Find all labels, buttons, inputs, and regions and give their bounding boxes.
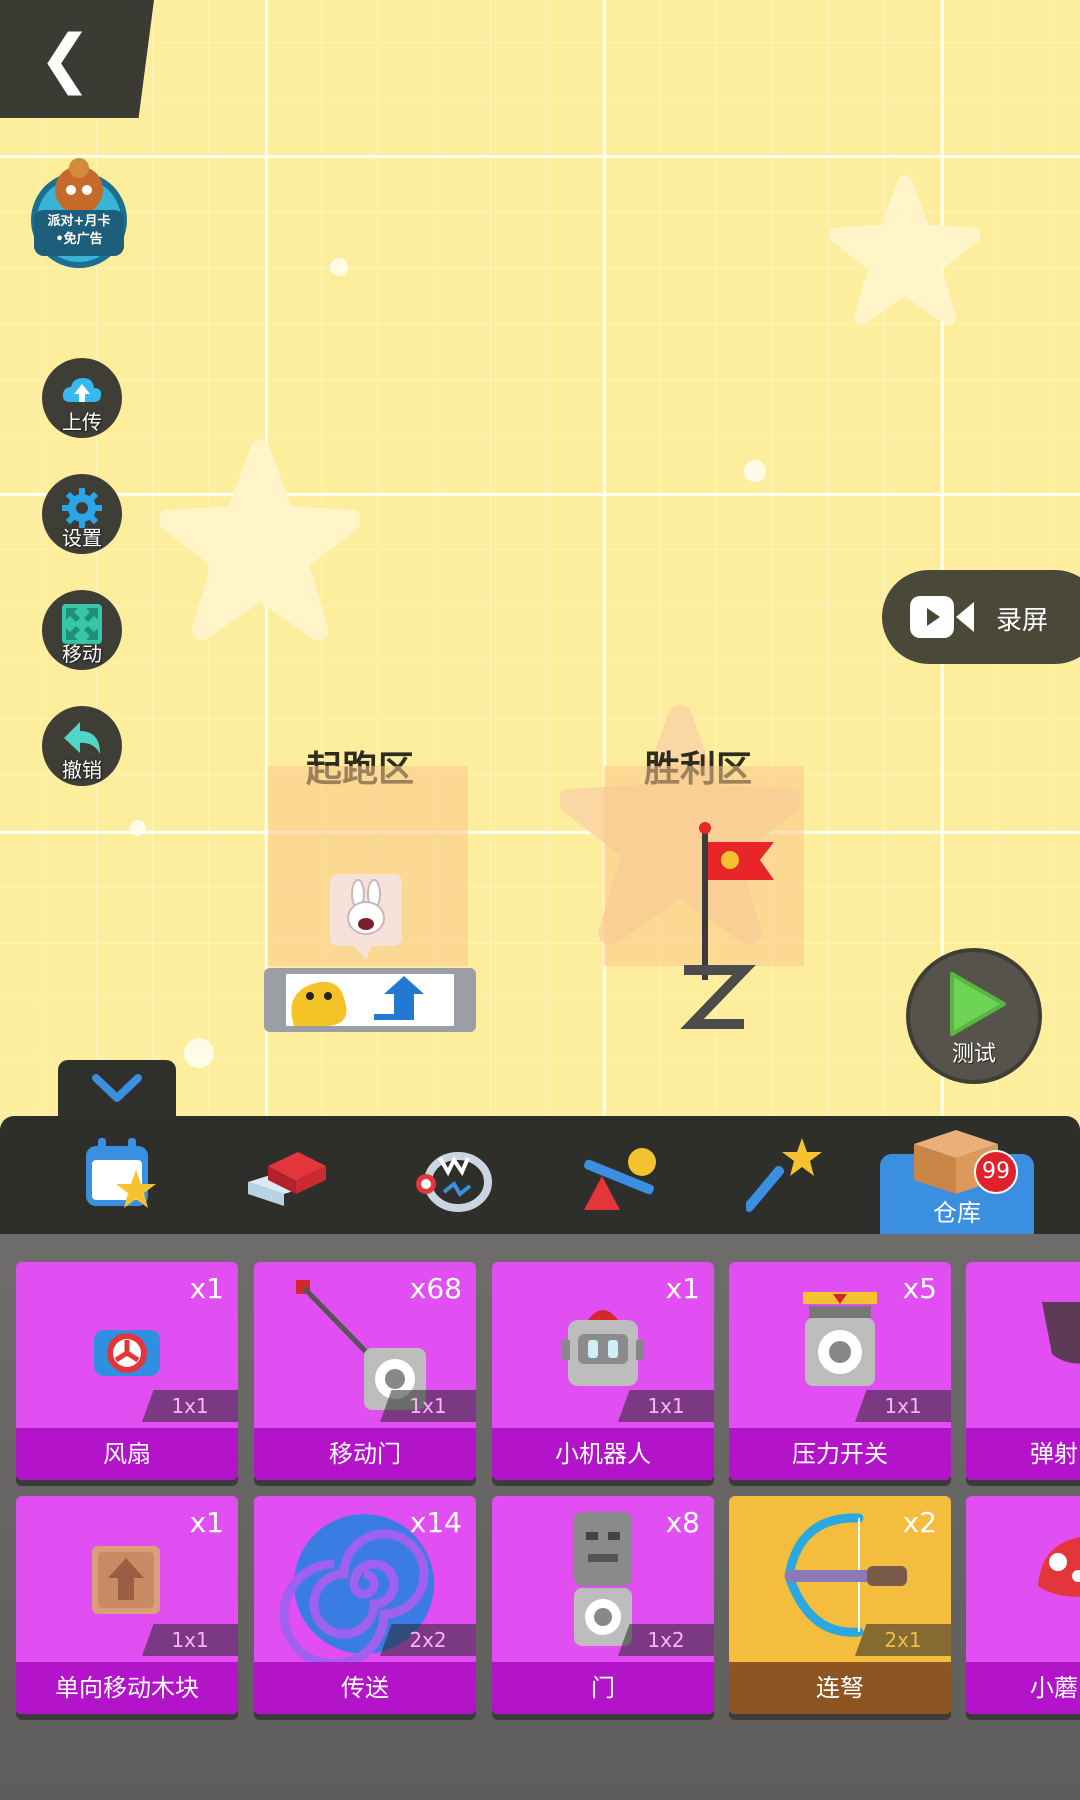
inventory-grid: x1 1x1 风扇 x68 1x1 移动门 x1 1x1 小机器人 x5 1x1… — [0, 1234, 1080, 1800]
promo-badge-icon — [31, 158, 127, 268]
item-card-catapult[interactable]: 弹射 — [966, 1262, 1080, 1480]
test-label: 测试 — [951, 1042, 996, 1067]
move-label: 移动 — [62, 642, 102, 666]
item-size: 1x1 — [380, 1390, 476, 1422]
bubble-decoration — [744, 460, 766, 482]
bubble-decoration — [184, 1038, 214, 1068]
storage-count-badge: 99 — [974, 1150, 1018, 1194]
calendar-star-icon[interactable] — [78, 1132, 162, 1216]
test-play-button[interactable]: 测试 — [910, 952, 1038, 1080]
back-button[interactable]: ❮ — [0, 0, 154, 118]
storage-label: 仓库 — [933, 1199, 981, 1227]
item-size: 1x1 — [142, 1624, 238, 1656]
item-name: 风扇 — [16, 1428, 238, 1480]
settings-button[interactable]: 设置 — [42, 474, 122, 554]
upload-button[interactable]: 上传 — [42, 358, 122, 438]
item-name: 压力开关 — [729, 1428, 951, 1480]
item-size: 1x2 — [618, 1624, 714, 1656]
item-name: 弹射 — [966, 1428, 1080, 1480]
upload-label: 上传 — [62, 410, 102, 434]
promo-line1: 派对+月卡 — [47, 214, 111, 229]
star-decoration — [830, 175, 980, 325]
record-screen-button[interactable]: 录屏 — [882, 570, 1080, 664]
record-label: 录屏 — [996, 606, 1049, 636]
item-name: 小机器人 — [492, 1428, 714, 1480]
play-icon — [950, 972, 1006, 1036]
item-size: 2x1 — [855, 1624, 951, 1656]
bear-trap-icon[interactable] — [410, 1132, 494, 1216]
promo-line2: •免广告 — [55, 232, 103, 247]
item-card-one-way-block[interactable]: x1 1x1 单向移动木块 — [16, 1496, 238, 1714]
start-pad-icon[interactable] — [264, 964, 476, 1036]
item-size: 1x1 — [618, 1390, 714, 1422]
item-count: x5 — [902, 1272, 937, 1305]
item-card-door[interactable]: x8 1x2 门 — [492, 1496, 714, 1714]
chevron-down-icon — [92, 1074, 142, 1102]
item-size: 1x1 — [142, 1390, 238, 1422]
chevron-left-icon: ❮ — [38, 22, 92, 96]
promo-badge[interactable]: 派对+月卡 •免广告 — [24, 150, 134, 270]
item-count: x68 — [409, 1272, 462, 1305]
item-count: x14 — [409, 1506, 462, 1539]
item-count: x1 — [665, 1272, 700, 1305]
item-count: x2 — [902, 1506, 937, 1539]
item-name: 移动门 — [254, 1428, 476, 1480]
item-size: 1x1 — [855, 1390, 951, 1422]
bubble-decoration — [130, 820, 146, 836]
item-card-robot[interactable]: x1 1x1 小机器人 — [492, 1262, 714, 1480]
item-card-pressure-switch[interactable]: x5 1x1 压力开关 — [729, 1262, 951, 1480]
victory-flag-icon[interactable] — [664, 820, 784, 1036]
undo-button[interactable]: 撤销 — [42, 706, 122, 786]
item-count: x1 — [189, 1272, 224, 1305]
seesaw-icon[interactable] — [578, 1132, 662, 1216]
brick-block-icon[interactable] — [244, 1132, 328, 1216]
item-name: 门 — [492, 1662, 714, 1714]
magic-wand-icon[interactable] — [746, 1132, 830, 1216]
catapult-icon — [1042, 1302, 1080, 1364]
item-card-moving-door[interactable]: x68 1x1 移动门 — [254, 1262, 476, 1480]
category-toolbar: 仓库 99 — [0, 1116, 1080, 1234]
move-button[interactable]: 移动 — [42, 590, 122, 670]
collapse-panel-button[interactable] — [58, 1060, 176, 1116]
item-name: 小蘑 — [966, 1662, 1080, 1714]
settings-label: 设置 — [62, 526, 102, 550]
level-editor-canvas[interactable]: ❮ 派对+月卡 •免广告 上传 设置 移动 撤销 录屏 测试 — [0, 0, 1080, 1116]
video-camera-icon — [910, 596, 974, 638]
rabbit-character-icon[interactable] — [328, 872, 404, 962]
star-decoration — [160, 440, 360, 640]
mushroom-icon — [1038, 1537, 1080, 1597]
item-name: 连弩 — [729, 1662, 951, 1714]
item-size: 2x2 — [380, 1624, 476, 1656]
item-name: 传送 — [254, 1662, 476, 1714]
item-card-fan[interactable]: x1 1x1 风扇 — [16, 1262, 238, 1480]
item-name: 单向移动木块 — [16, 1662, 238, 1714]
item-card-portal[interactable]: x14 2x2 传送 — [254, 1496, 476, 1714]
item-count: x1 — [189, 1506, 224, 1539]
item-card-mushroom[interactable]: 小蘑 — [966, 1496, 1080, 1714]
bubble-decoration — [330, 258, 348, 276]
item-count: x8 — [665, 1506, 700, 1539]
item-card-crossbow[interactable]: x2 2x1 连弩 — [729, 1496, 951, 1714]
undo-label: 撤销 — [62, 758, 102, 782]
